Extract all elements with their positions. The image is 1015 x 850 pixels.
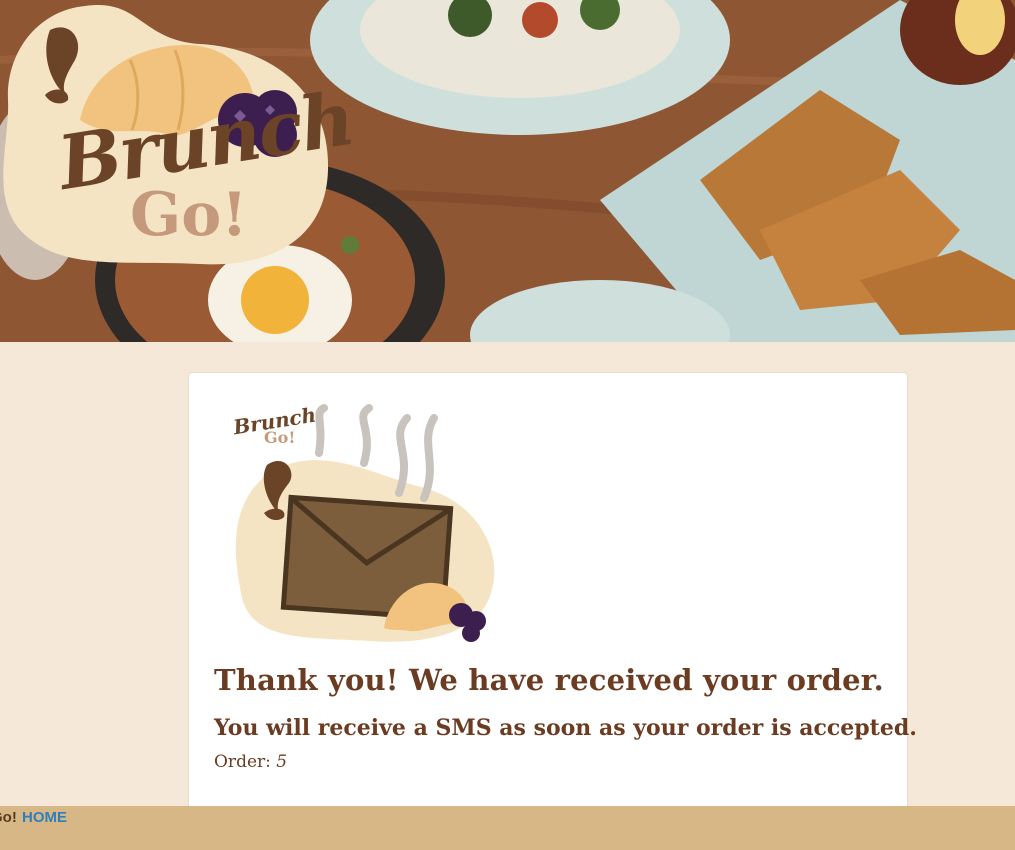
brand-logo[interactable]: Brunch Go! (0, 0, 359, 272)
order-number-line: Order: 5 (214, 752, 287, 772)
confirmation-subtitle: You will receive a SMS as soon as your o… (214, 715, 917, 741)
order-label: Order: (214, 752, 271, 772)
order-confirmation-card: Brunch Go! Thank you! We have received y… (188, 372, 917, 842)
mini-logo-go: Go! (264, 428, 296, 447)
hero-banner: Brunch Go! (0, 0, 1015, 342)
footer-brand: Go! (0, 809, 17, 826)
home-link[interactable]: HOME (22, 809, 67, 826)
confirmation-title: Thank you! We have received your order. (214, 663, 884, 697)
footer-bar: Go! HOME (0, 806, 1015, 850)
order-number: 5 (276, 752, 288, 772)
logo-text-go: Go! (130, 180, 248, 250)
